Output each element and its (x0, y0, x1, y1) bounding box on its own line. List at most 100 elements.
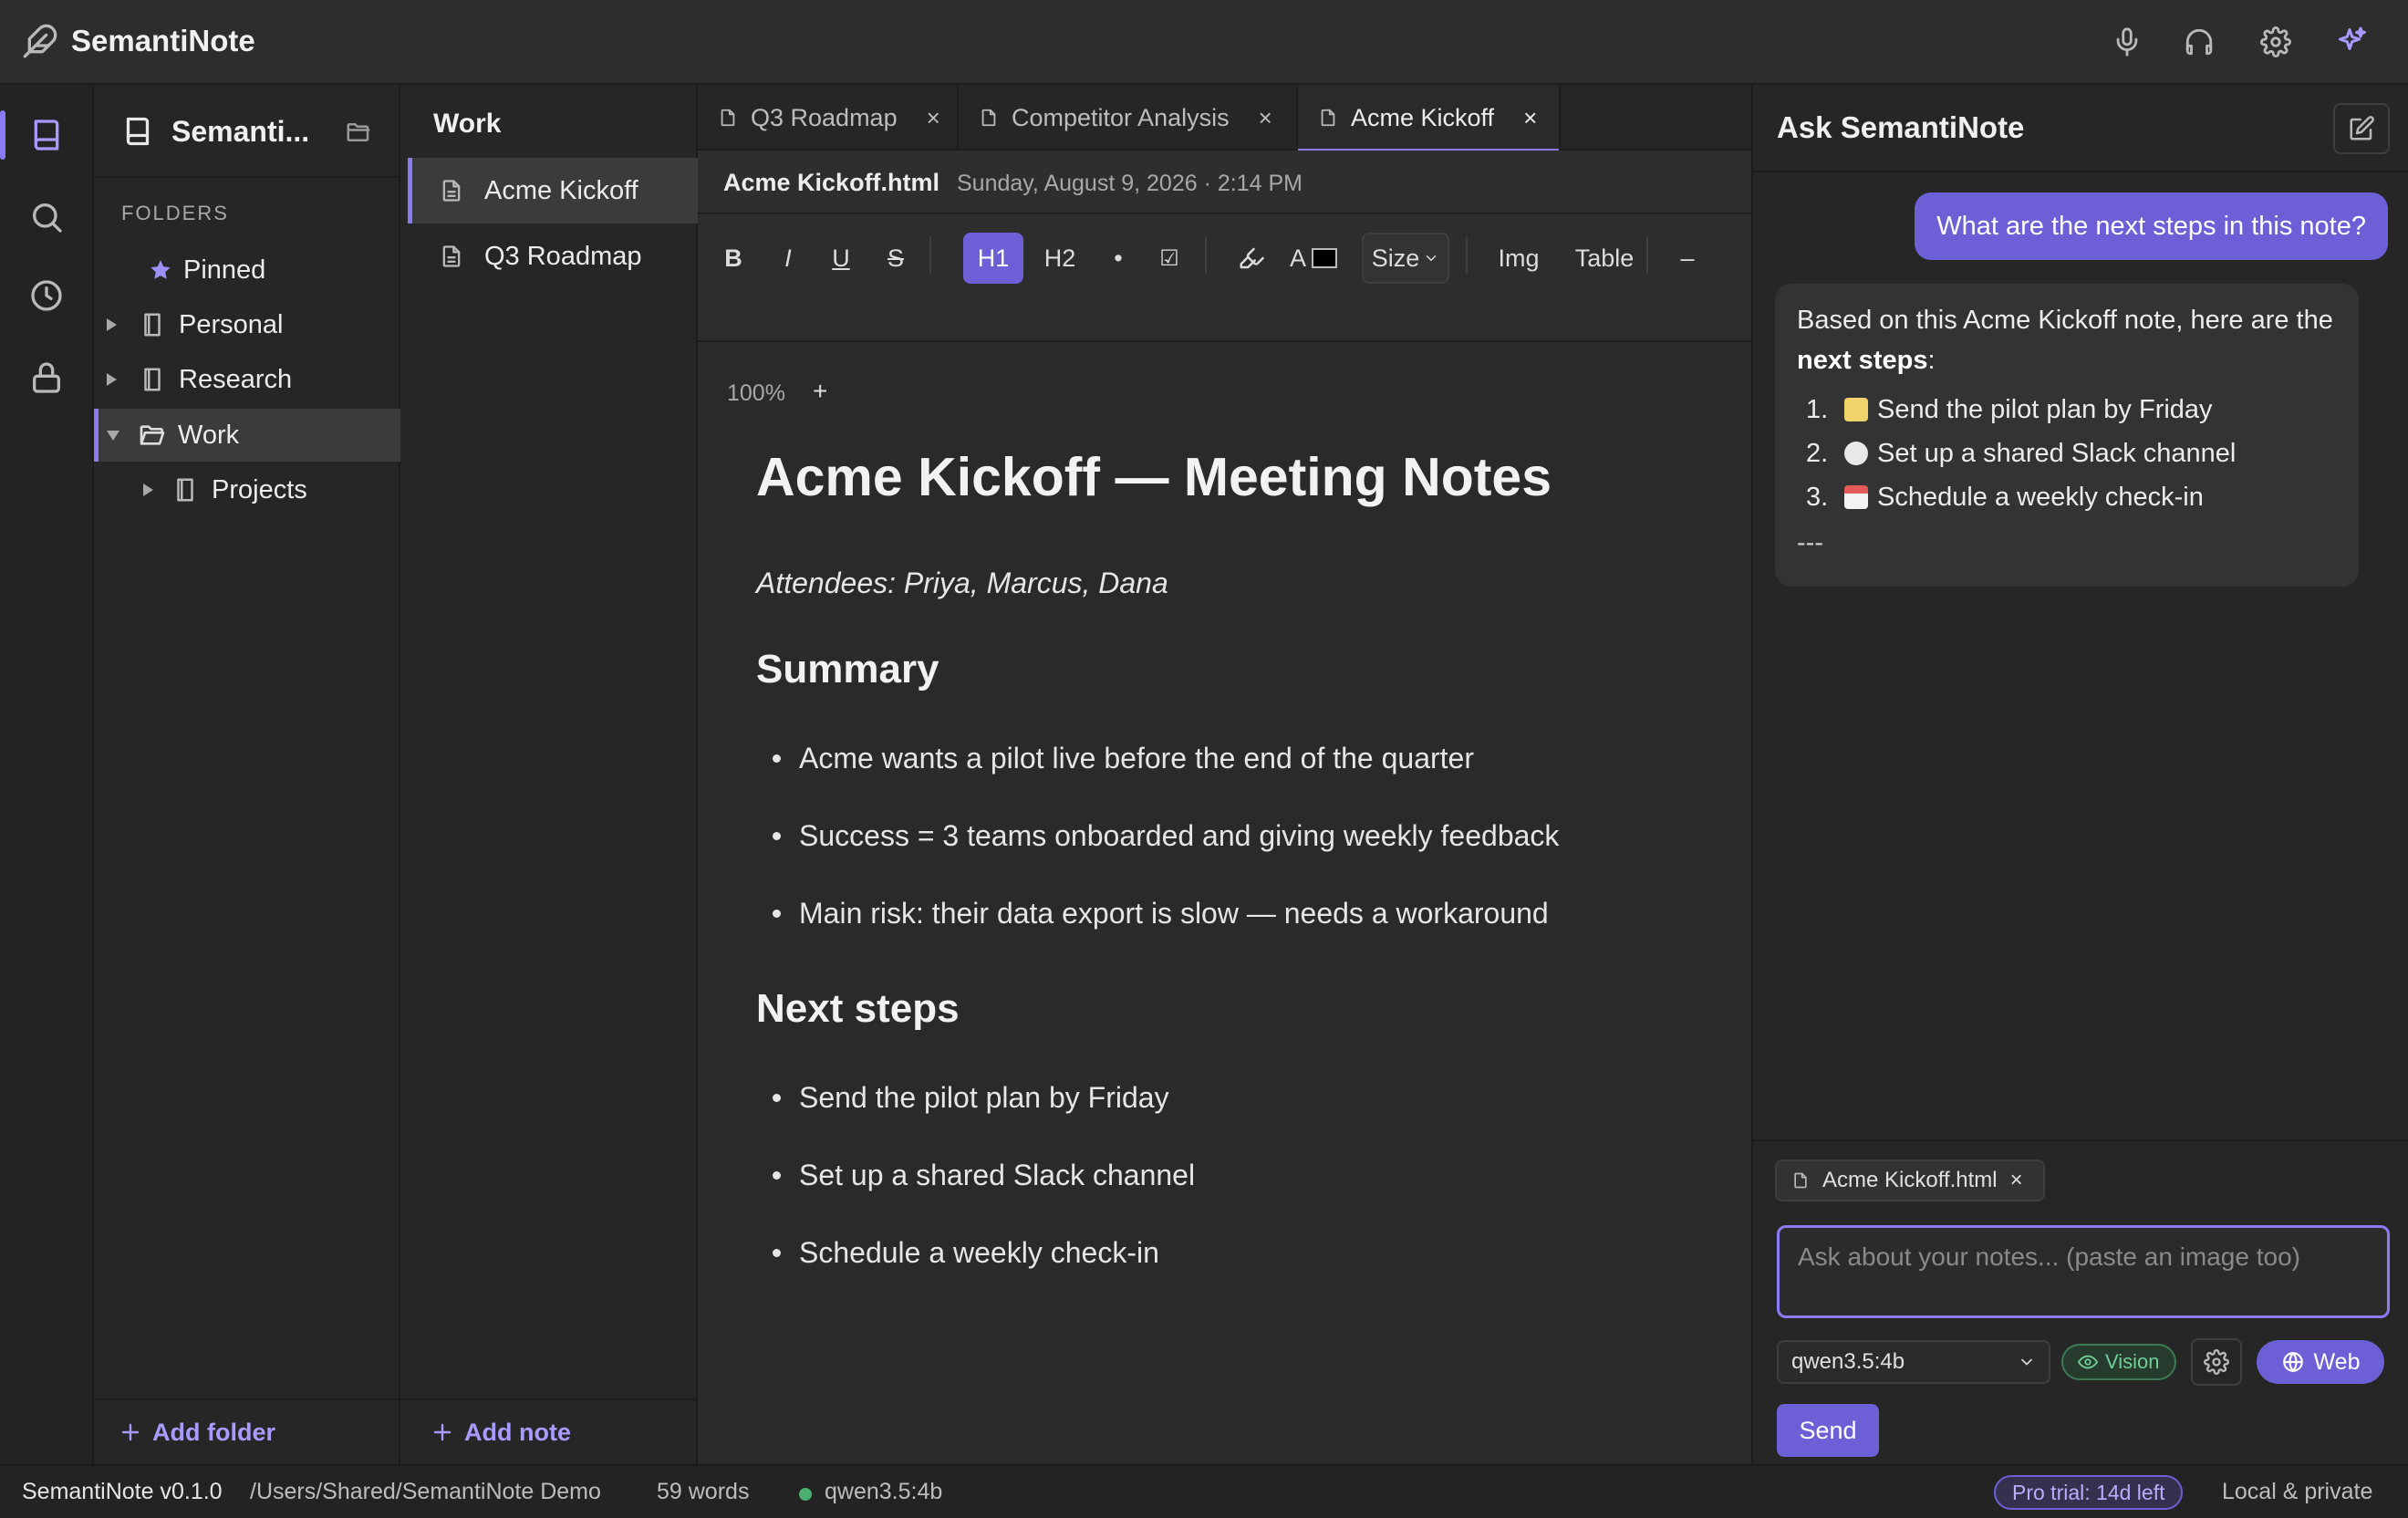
notebook-icon (139, 366, 166, 393)
status-model: qwen3.5:4b (825, 1479, 943, 1504)
calendar-emoji-icon (1844, 485, 1868, 509)
speech-bubble-emoji-icon (1844, 442, 1868, 465)
caret-right-icon[interactable] (143, 483, 153, 496)
heading-1-button[interactable]: H1 (963, 233, 1023, 284)
caret-down-icon[interactable] (107, 430, 119, 441)
privacy-label: Local & private (2222, 1479, 2373, 1504)
note-file-name: Acme Kickoff.html (723, 169, 940, 196)
step-number: 1. (1806, 394, 1829, 424)
caret-right-icon[interactable] (107, 373, 117, 386)
folder-item-research[interactable]: Research (94, 353, 404, 406)
tab-label: Acme Kickoff (1351, 103, 1495, 131)
tab-label: Q3 Roadmap (751, 103, 898, 131)
vault-name[interactable]: Semanti... (171, 115, 309, 149)
step-text: Set up a shared Slack channel (1877, 438, 2237, 468)
headphones-icon[interactable] (2179, 22, 2219, 62)
document-icon (439, 243, 464, 270)
vault-path: /Users/Shared/SemantiNote Demo (250, 1479, 601, 1504)
folder-item-work[interactable]: Work (94, 409, 404, 462)
open-folder-icon[interactable] (338, 112, 379, 152)
microphone-icon[interactable] (2107, 22, 2147, 62)
folder-item-pinned[interactable]: Pinned (94, 244, 404, 296)
rail-lock-icon[interactable] (20, 351, 73, 404)
notebook-icon (121, 115, 154, 148)
assistant-step: 1. Send the pilot plan by Friday (1797, 388, 2337, 431)
italic-button[interactable]: I (765, 233, 811, 284)
note-item-acme-kickoff[interactable]: Acme Kickoff (408, 158, 698, 224)
caret-right-icon[interactable] (107, 318, 117, 331)
bullet-list-button[interactable]: • (1095, 233, 1141, 284)
tab-close-icon[interactable]: × (927, 104, 940, 132)
color-swatch (1312, 248, 1337, 268)
checklist-button[interactable]: ☑ (1147, 233, 1192, 284)
format-toolbar: B I U S H1 H2 • ☑ A Size Img Table – 100… (698, 214, 1751, 406)
font-size-dropdown[interactable]: Size (1362, 233, 1449, 284)
tab-close-icon[interactable]: × (1259, 104, 1272, 132)
model-select[interactable]: qwen3.5:4b (1777, 1340, 2050, 1384)
chevron-down-icon (2018, 1353, 2036, 1371)
model-select-value: qwen3.5:4b (1791, 1349, 1905, 1374)
composer: Acme Kickoff.html × qwen3.5:4b Vision We… (1753, 1139, 2408, 1464)
heading-2-button[interactable]: H2 (1030, 233, 1090, 284)
toolbar-divider (929, 236, 931, 273)
highlighter-icon[interactable] (1229, 233, 1274, 284)
tab-competitor-analysis[interactable]: Competitor Analysis × (959, 85, 1298, 151)
insert-table-button[interactable]: Table (1561, 233, 1648, 284)
font-size-label: Size (1371, 244, 1420, 272)
rail-clock-icon[interactable] (20, 269, 73, 322)
trial-badge[interactable]: Pro trial: 14d left (1994, 1475, 2184, 1510)
strikethrough-button[interactable]: S (873, 233, 919, 284)
step-number: 3. (1806, 482, 1829, 512)
new-chat-icon[interactable] (2333, 103, 2390, 154)
folder-item-personal[interactable]: Personal (94, 298, 404, 351)
insert-image-button[interactable]: Img (1484, 233, 1553, 284)
add-note-label: Add note (464, 1418, 571, 1446)
assistant-title: Ask SemantiNote (1777, 110, 2025, 144)
context-chip[interactable]: Acme Kickoff.html × (1775, 1159, 2045, 1201)
star-icon (149, 258, 172, 282)
text-color-button[interactable]: A (1282, 233, 1345, 284)
memo-emoji-icon (1844, 398, 1868, 421)
assistant-panel: Ask SemantiNote What are the next steps … (1751, 85, 2408, 1464)
app-title: SemantiNote (71, 24, 255, 57)
note-label: Q3 Roadmap (484, 241, 642, 271)
folder-open-icon (138, 421, 167, 450)
folder-item-projects[interactable]: Projects (94, 463, 404, 516)
zoom-out-button[interactable]: – (1665, 233, 1710, 284)
note-label: Acme Kickoff (484, 175, 638, 205)
add-folder-button[interactable]: Add folder (94, 1398, 400, 1464)
tab-q3-roadmap[interactable]: Q3 Roadmap × (698, 85, 959, 151)
document-body[interactable]: Acme Kickoff — Meeting Notes Attendees: … (698, 344, 1751, 1464)
word-count: 59 words (657, 1479, 750, 1504)
assistant-step: 2. Set up a shared Slack channel (1797, 431, 2337, 475)
notebook-icon (139, 311, 166, 338)
step-number: 2. (1806, 438, 1829, 468)
divider (1753, 171, 2408, 172)
rail-notebook-icon[interactable] (20, 109, 73, 161)
gear-icon[interactable] (2256, 22, 2296, 62)
web-search-toggle[interactable]: Web (2257, 1340, 2384, 1384)
rail-search-icon[interactable] (20, 191, 73, 244)
add-note-button[interactable]: Add note (400, 1398, 698, 1464)
bold-button[interactable]: B (711, 233, 756, 284)
context-chip-close-icon[interactable]: × (2010, 1168, 2023, 1193)
note-item-q3-roadmap[interactable]: Q3 Roadmap (408, 224, 698, 289)
document-icon (979, 106, 999, 130)
vault-header: Semanti... (94, 85, 400, 178)
tab-acme-kickoff[interactable]: Acme Kickoff × (1298, 85, 1561, 152)
tab-close-icon[interactable]: × (1523, 104, 1537, 132)
assistant-intro-colon: : (1927, 346, 1936, 375)
web-label: Web (2313, 1348, 2361, 1375)
user-message: What are the next steps in this note? (1915, 192, 2388, 260)
send-button[interactable]: Send (1777, 1404, 1879, 1457)
document-icon (1791, 1170, 1810, 1191)
chevron-down-icon (1423, 250, 1439, 266)
folders-panel: Semanti... FOLDERS Pinned Personal Resea… (94, 85, 404, 1464)
underline-button[interactable]: U (818, 233, 864, 284)
toolbar-divider (1646, 236, 1648, 273)
ask-input[interactable] (1777, 1225, 2390, 1318)
sparkles-icon[interactable] (2332, 22, 2372, 62)
model-settings-gear-icon[interactable] (2191, 1338, 2242, 1386)
folder-label: Pinned (183, 255, 266, 285)
doc-list-item: Acme wants a pilot live before the end o… (773, 742, 1474, 775)
